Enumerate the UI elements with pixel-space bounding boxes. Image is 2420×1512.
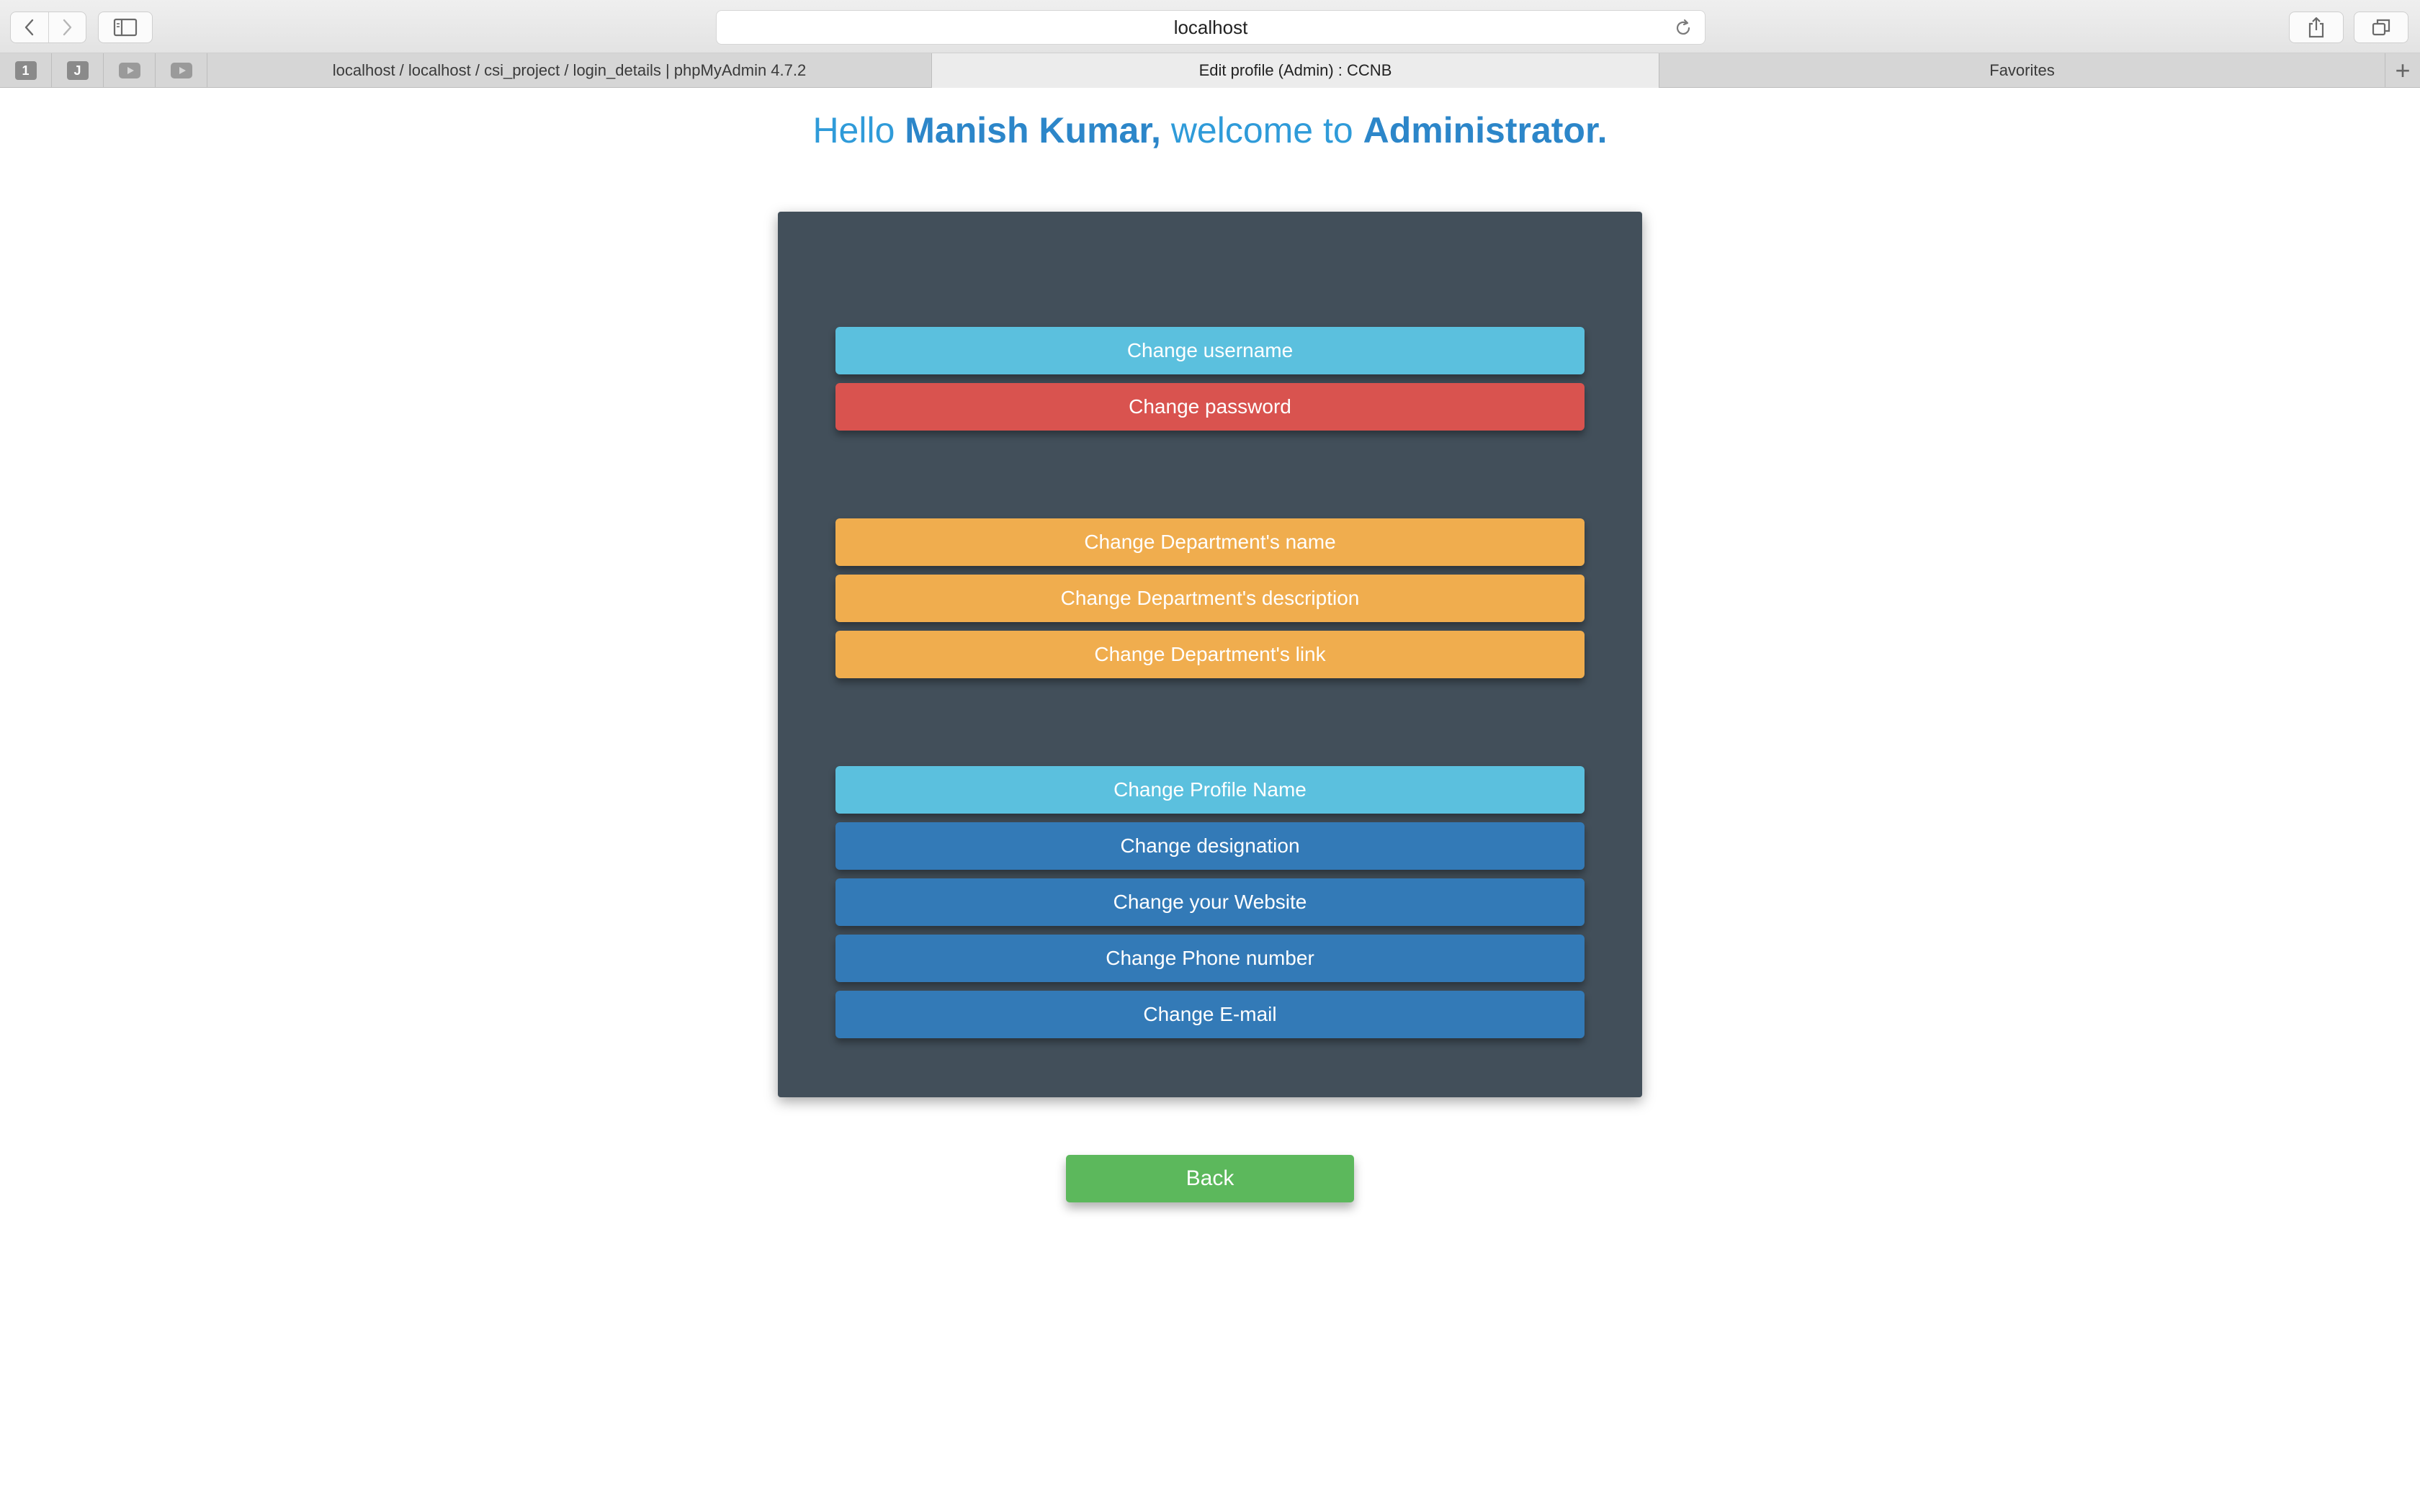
browser-toolbar: localhost [0,0,2420,53]
welcome-heading: Hello Manish Kumar, welcome to Administr… [0,109,2420,151]
change-username-button[interactable]: Change username [835,327,1585,374]
user-name: Manish Kumar, [905,110,1161,150]
address-text: localhost [1173,16,1248,38]
tab-label: localhost / localhost / csi_project / lo… [332,61,807,79]
change-department-description-button[interactable]: Change Department's description [835,575,1585,622]
chevron-right-icon [63,19,72,36]
change-designation-button[interactable]: Change designation [835,822,1585,870]
change-department-link-button[interactable]: Change Department's link [835,631,1585,678]
reload-icon[interactable] [1673,18,1693,38]
pinned-tab-badge: 1 [14,61,37,80]
change-password-button[interactable]: Change password [835,383,1585,431]
back-nav-button[interactable] [11,12,48,42]
back-button[interactable]: Back [1066,1155,1354,1202]
tab-favorites[interactable]: Favorites [1659,53,2385,88]
address-bar[interactable]: localhost [716,10,1706,45]
share-button[interactable] [2289,12,2344,43]
change-website-button[interactable]: Change your Website [835,878,1585,926]
tab-edit-profile[interactable]: Edit profile (Admin) : CCNB [932,53,1659,88]
pinned-tab-1[interactable]: 1 [0,53,52,88]
pinned-tab-badge: J [66,61,89,80]
change-department-name-button[interactable]: Change Department's name [835,518,1585,566]
tab-label: Edit profile (Admin) : CCNB [1198,61,1392,79]
share-icon [2308,17,2324,38]
pinned-tab-j[interactable]: J [52,53,104,88]
change-profile-name-button[interactable]: Change Profile Name [835,766,1585,814]
greeting-hello: Hello [812,110,905,150]
youtube-icon [170,63,192,78]
chevron-left-icon [24,19,33,36]
show-tabs-button[interactable] [2354,12,2408,43]
new-tab-button[interactable]: + [2385,53,2420,88]
sidebar-icon [113,18,138,37]
tabs-overview-icon [2372,19,2390,36]
sidebar-toggle-button[interactable] [98,12,153,43]
user-role: Administrator. [1363,110,1608,150]
pinned-tab-youtube-2[interactable] [156,53,207,88]
tab-phpmyadmin[interactable]: localhost / localhost / csi_project / lo… [207,53,932,88]
greeting-welcome: welcome to [1160,110,1363,150]
change-email-button[interactable]: Change E-mail [835,991,1585,1038]
edit-profile-panel: Change username Change password Change D… [778,212,1642,1097]
plus-icon: + [2395,55,2411,85]
forward-nav-button[interactable] [48,12,86,42]
nav-buttons [10,12,86,43]
change-phone-button[interactable]: Change Phone number [835,935,1585,982]
tab-bar: 1 J localhost / localhost / csi_project … [0,53,2420,88]
pinned-tab-youtube-1[interactable] [104,53,156,88]
youtube-icon [118,63,140,78]
tab-label: Favorites [1989,61,2055,79]
